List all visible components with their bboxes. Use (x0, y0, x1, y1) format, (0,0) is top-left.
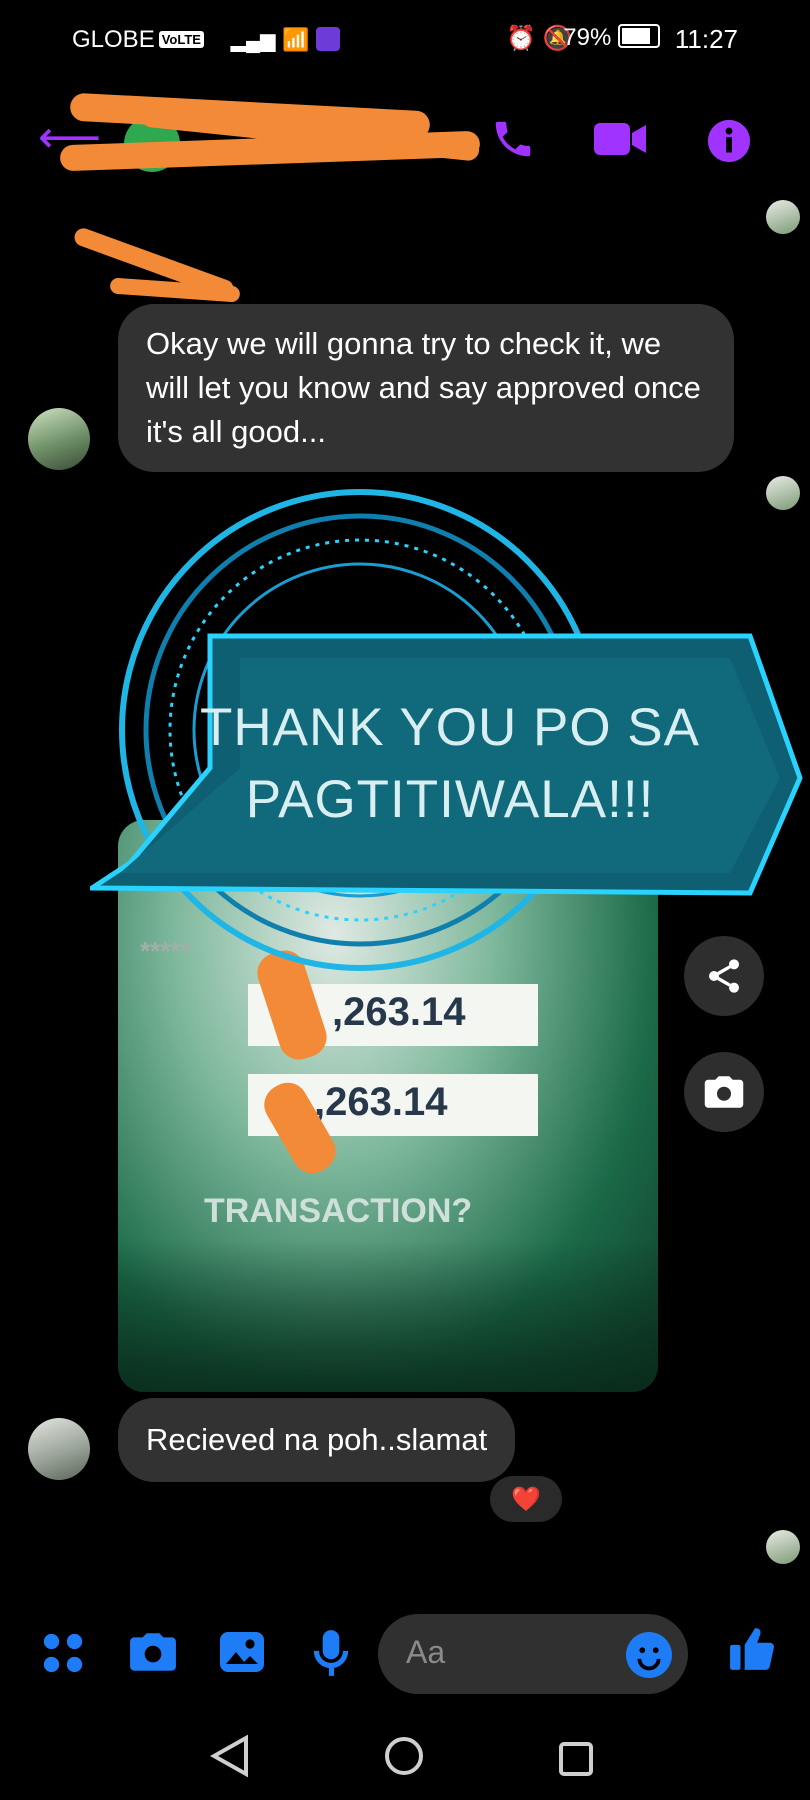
volte-badge: VoLTE (158, 31, 204, 48)
photo-shadow (118, 1240, 658, 1392)
info-icon[interactable] (706, 118, 752, 174)
clock: 11:27 (674, 24, 738, 54)
transaction-text: TRANSACTION? (204, 1192, 473, 1230)
message-bubble[interactable]: Okay we will gonna try to check it, we w… (118, 304, 734, 472)
share-icon (709, 959, 739, 993)
like-thumb-icon[interactable] (728, 1624, 778, 1684)
wifi-icon: 📶 (282, 27, 310, 52)
message-placeholder: Aa (406, 1634, 446, 1670)
camera-icon[interactable] (128, 1630, 178, 1684)
more-apps-icon[interactable] (40, 1630, 86, 1686)
sender-avatar[interactable] (28, 1418, 90, 1480)
message-text: Recieved na poh..slamat (146, 1422, 488, 1457)
emoji-icon[interactable] (626, 1632, 672, 1678)
banner-line-1: THANK YOU PO SA (200, 698, 700, 757)
video-camera-icon[interactable] (592, 118, 648, 170)
gallery-icon[interactable] (218, 1630, 266, 1684)
read-receipt-avatar (766, 1530, 800, 1564)
carrier-label: GLOBE VoLTE ▂▄▆ 📶 (72, 26, 341, 54)
sender-avatar[interactable] (28, 408, 90, 470)
microphone-icon[interactable] (312, 1628, 350, 1688)
camera-icon (704, 1076, 744, 1108)
battery-icon (618, 24, 660, 48)
read-receipt-avatar (766, 200, 800, 234)
share-button[interactable] (684, 936, 764, 1016)
nav-back-icon[interactable] (209, 1734, 250, 1789)
phone-icon[interactable] (490, 116, 536, 172)
message-text: Okay we will gonna try to check it, we w… (146, 326, 701, 449)
camera-button[interactable] (684, 1052, 764, 1132)
nav-recents-icon[interactable] (558, 1738, 594, 1788)
read-receipt-avatar (766, 476, 800, 510)
alarm-icon: ⏰ (506, 25, 536, 52)
app-notification-icon (316, 27, 341, 51)
heart-reaction-icon: ❤️ (511, 1485, 541, 1513)
message-bubble[interactable]: Recieved na poh..slamat (118, 1398, 516, 1482)
nav-home-icon[interactable] (384, 1736, 424, 1787)
reaction-badge[interactable]: ❤️ (490, 1476, 562, 1522)
amount-text: ,263.14 (314, 1080, 448, 1124)
thank-you-banner (90, 633, 803, 896)
battery-level: 79% (563, 24, 660, 52)
status-bar: GLOBE VoLTE ▂▄▆ 📶 ⏰ 🔕 79% 11:27 (0, 0, 810, 80)
amount-text: ,263.14 (332, 990, 466, 1034)
signal-icon: ▂▄▆ (230, 30, 276, 52)
banner-line-2: PAGTITIWALA!!! (245, 770, 655, 829)
